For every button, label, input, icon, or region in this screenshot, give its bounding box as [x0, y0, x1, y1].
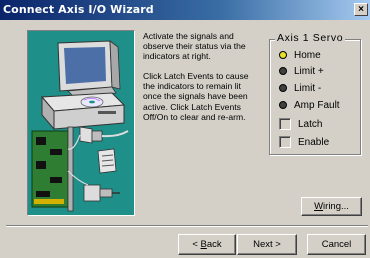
- amp-fault-led-icon: [279, 101, 287, 109]
- wiring-label: iring...: [323, 201, 349, 212]
- window-title: Connect Axis I/O Wizard: [3, 3, 154, 16]
- instructions-text: Activate the signals and observe their s…: [143, 31, 265, 132]
- back-prefix: <: [192, 239, 201, 250]
- monitor-icon: [57, 40, 121, 98]
- home-label: Home: [294, 49, 321, 61]
- latch-checkbox[interactable]: Latch: [279, 117, 322, 131]
- enable-check-box[interactable]: [279, 136, 291, 148]
- close-button[interactable]: ×: [354, 3, 368, 16]
- home-led-icon: [279, 51, 287, 59]
- separator: [6, 225, 368, 227]
- wizard-window: Connect Axis I/O Wizard × Activate the s…: [0, 0, 370, 258]
- terminal-block-icon: [97, 148, 117, 174]
- home-indicator: Home: [279, 48, 321, 62]
- latch-check-box[interactable]: [279, 118, 291, 130]
- wiring-button[interactable]: Wiring...: [301, 197, 362, 216]
- back-button[interactable]: < Back: [178, 234, 236, 255]
- limit-plus-indicator: Limit +: [279, 64, 324, 78]
- limit-plus-led-icon: [279, 67, 287, 75]
- cd-disc-icon: [80, 96, 104, 108]
- latch-label[interactable]: Latch: [298, 119, 322, 130]
- instructions-para-2: Click Latch Events to cause the indicato…: [143, 71, 249, 122]
- connector-icon: [79, 126, 129, 144]
- group-title: Axis 1 Servo: [275, 32, 346, 44]
- wiring-mnemonic: W: [314, 201, 324, 212]
- pc-case-icon: [40, 92, 126, 131]
- limit-plus-label: Limit +: [294, 65, 324, 77]
- enable-label[interactable]: Enable: [298, 137, 329, 148]
- enable-checkbox[interactable]: Enable: [279, 135, 329, 149]
- instructions-para-1: Activate the signals and observe their s…: [143, 31, 246, 62]
- limit-minus-led-icon: [279, 84, 287, 92]
- amp-fault-label: Amp Fault: [294, 99, 340, 111]
- motion-card-icon: [31, 126, 74, 212]
- next-label: Next >: [253, 239, 281, 250]
- limit-minus-label: Limit -: [294, 82, 322, 94]
- limit-minus-indicator: Limit -: [279, 81, 321, 95]
- computer-illustration: [27, 30, 135, 216]
- back-label: ack: [206, 239, 222, 250]
- title-bar[interactable]: Connect Axis I/O Wizard ×: [0, 0, 370, 20]
- next-button[interactable]: Next >: [237, 234, 297, 255]
- motor-icon: [83, 184, 120, 202]
- cancel-button[interactable]: Cancel: [307, 234, 366, 255]
- amp-fault-indicator: Amp Fault: [279, 98, 340, 112]
- cancel-label: Cancel: [321, 239, 352, 250]
